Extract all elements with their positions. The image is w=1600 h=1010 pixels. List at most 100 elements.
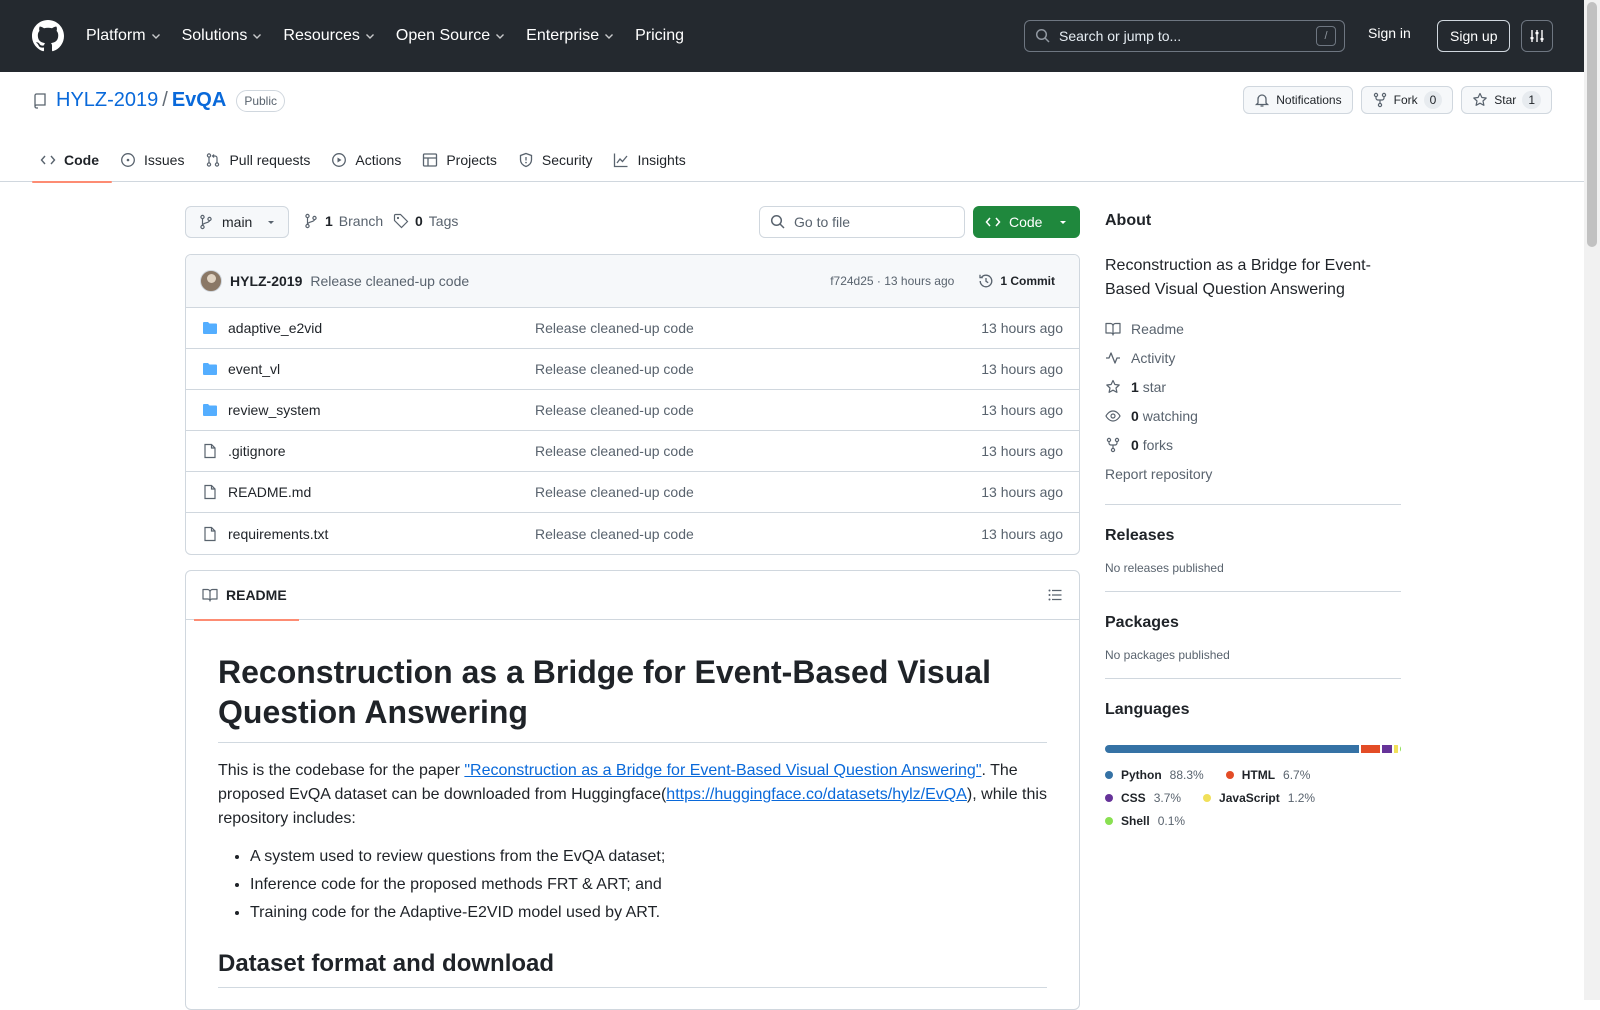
readme-tab[interactable]: README — [194, 571, 299, 621]
graph-icon — [614, 153, 628, 168]
repo-owner-link[interactable]: HYLZ-2019 — [56, 89, 158, 112]
repo-name-link[interactable]: EvQA — [172, 89, 226, 112]
report-repository-link[interactable]: Report repository — [1105, 459, 1401, 488]
file-name[interactable]: README.md — [228, 484, 311, 500]
file-commit-message[interactable]: Release cleaned-up code — [535, 484, 981, 500]
stars-link[interactable]: 1 star — [1105, 372, 1401, 401]
chevron-down-icon — [151, 34, 160, 39]
language-bar-segment — [1394, 745, 1398, 753]
commit-meta: f724d25 · 13 hours ago 1 Commit — [830, 269, 1063, 293]
fork-button[interactable]: Fork 0 — [1360, 86, 1454, 114]
nav-platform[interactable]: Platform — [86, 27, 162, 45]
commit-message[interactable]: Release cleaned-up code — [310, 273, 469, 289]
language-item[interactable]: CSS 3.7% — [1105, 786, 1181, 809]
bell-icon — [1255, 94, 1270, 107]
star-button[interactable]: Star 1 — [1461, 86, 1552, 114]
tab-insights[interactable]: Insights — [605, 138, 698, 182]
language-item[interactable]: HTML 6.7% — [1225, 763, 1310, 786]
language-item[interactable]: Python 88.3% — [1105, 763, 1204, 786]
nav-pricing[interactable]: Pricing — [635, 27, 684, 45]
branch-selector[interactable]: main — [185, 206, 289, 238]
about-links: Readme Activity 1 star 0 watching 0 fork… — [1105, 314, 1401, 488]
tab-projects[interactable]: Projects — [414, 138, 510, 182]
file-commit-message[interactable]: Release cleaned-up code — [535, 320, 981, 336]
file-name[interactable]: adaptive_e2vid — [228, 320, 322, 336]
nav-solutions[interactable]: Solutions — [182, 27, 264, 45]
languages-heading: Languages — [1105, 701, 1190, 718]
avatar[interactable] — [200, 270, 222, 292]
sign-in-link[interactable]: Sign in — [1368, 25, 1411, 41]
huggingface-link[interactable]: https://huggingface.co/datasets/hylz/EvQ… — [666, 786, 967, 803]
file-commit-message[interactable]: Release cleaned-up code — [535, 402, 981, 418]
packages-heading[interactable]: Packages — [1105, 608, 1401, 638]
language-percent: 1.2% — [1287, 790, 1316, 805]
language-item[interactable]: Shell 0.1% — [1105, 809, 1185, 832]
activity-link[interactable]: Activity — [1105, 343, 1401, 372]
fork-icon — [1106, 437, 1120, 452]
tab-issues[interactable]: Issues — [112, 138, 197, 182]
file-row[interactable]: requirements.txt Release cleaned-up code… — [186, 513, 1079, 554]
file-name-cell: .gitignore — [202, 443, 535, 459]
pull-request-icon — [207, 153, 220, 167]
releases-heading[interactable]: Releases — [1105, 521, 1401, 551]
language-legend: Python 88.3% HTML 6.7% CSS 3.7% JavaScript 1… — [1105, 763, 1401, 832]
branches-link[interactable]: 1 Branch — [303, 213, 383, 229]
tab-security[interactable]: Security — [510, 138, 606, 182]
global-search-input[interactable]: Search or jump to... / — [1024, 20, 1345, 52]
file-row[interactable]: event_vl Release cleaned-up code 13 hour… — [186, 349, 1079, 390]
watchers-link[interactable]: 0 watching — [1105, 401, 1401, 430]
commit-author[interactable]: HYLZ-2019 — [230, 273, 302, 289]
tab-actions[interactable]: Actions — [323, 138, 414, 182]
branches-label: Branch — [338, 213, 384, 229]
file-commit-message[interactable]: Release cleaned-up code — [535, 443, 981, 459]
github-logo-icon[interactable] — [32, 20, 64, 52]
file-time: 13 hours ago — [981, 402, 1063, 418]
book-icon — [202, 588, 218, 602]
chevron-down-icon — [496, 34, 505, 39]
file-name[interactable]: review_system — [228, 402, 321, 418]
menu-button[interactable] — [1521, 20, 1553, 52]
notifications-button[interactable]: Notifications — [1243, 86, 1353, 114]
file-row[interactable]: adaptive_e2vid Release cleaned-up code 1… — [186, 308, 1079, 349]
readme-link[interactable]: Readme — [1105, 314, 1401, 343]
nav-open-source[interactable]: Open Source — [396, 27, 506, 45]
file-name[interactable]: .gitignore — [228, 443, 286, 459]
nav-resources[interactable]: Resources — [283, 27, 375, 45]
tags-link[interactable]: 0 Tags — [393, 213, 458, 229]
file-commit-message[interactable]: Release cleaned-up code — [535, 361, 981, 377]
file-name[interactable]: requirements.txt — [228, 526, 328, 542]
repo-title: HYLZ-2019 / EvQA Public — [32, 89, 285, 112]
language-dot — [1105, 816, 1113, 825]
paper-link[interactable]: "Reconstruction as a Bridge for Event-Ba… — [464, 762, 981, 779]
file-row[interactable]: review_system Release cleaned-up code 13… — [186, 390, 1079, 431]
packages-empty: No packages published — [1105, 648, 1230, 662]
file-toolbar: main 1 Branch 0 Tags Go to file Code — [185, 206, 1080, 238]
nav-enterprise[interactable]: Enterprise — [526, 27, 615, 45]
nav-label: Open Source — [395, 27, 491, 44]
commit-history-link[interactable]: 1 Commit — [970, 269, 1063, 293]
tab-code[interactable]: Code — [32, 138, 112, 183]
readme-title: Reconstruction as a Bridge for Event-Bas… — [218, 652, 1047, 743]
sign-up-button[interactable]: Sign up — [1437, 20, 1511, 52]
file-name[interactable]: event_vl — [228, 361, 280, 377]
go-to-file-input[interactable]: Go to file — [759, 206, 965, 238]
search-placeholder: Search or jump to... — [1059, 28, 1182, 44]
file-commit-message[interactable]: Release cleaned-up code — [535, 526, 981, 542]
commit-hash-time[interactable]: f724d25 · 13 hours ago — [830, 274, 954, 288]
file-row[interactable]: .gitignore Release cleaned-up code 13 ho… — [186, 431, 1079, 472]
language-percent: 3.7% — [1153, 790, 1182, 805]
forks-link[interactable]: 0 forks — [1105, 430, 1401, 459]
file-table: HYLZ-2019 Release cleaned-up code f724d2… — [185, 254, 1080, 555]
list-icon[interactable] — [1047, 587, 1063, 603]
code-dropdown-button[interactable]: Code — [973, 206, 1080, 238]
tab-label: Projects — [446, 152, 497, 168]
language-item[interactable]: JavaScript 1.2% — [1203, 786, 1315, 809]
file-name-cell: README.md — [202, 484, 535, 500]
tab-pull-requests[interactable]: Pull requests — [197, 138, 323, 182]
readme-header: README — [186, 571, 1079, 621]
nav-label: Platform — [86, 27, 146, 44]
code-icon — [40, 155, 56, 165]
page-scrollbar[interactable] — [1584, 0, 1600, 1000]
file-row[interactable]: README.md Release cleaned-up code 13 hou… — [186, 472, 1079, 513]
scrollbar-thumb[interactable] — [1587, 2, 1597, 247]
